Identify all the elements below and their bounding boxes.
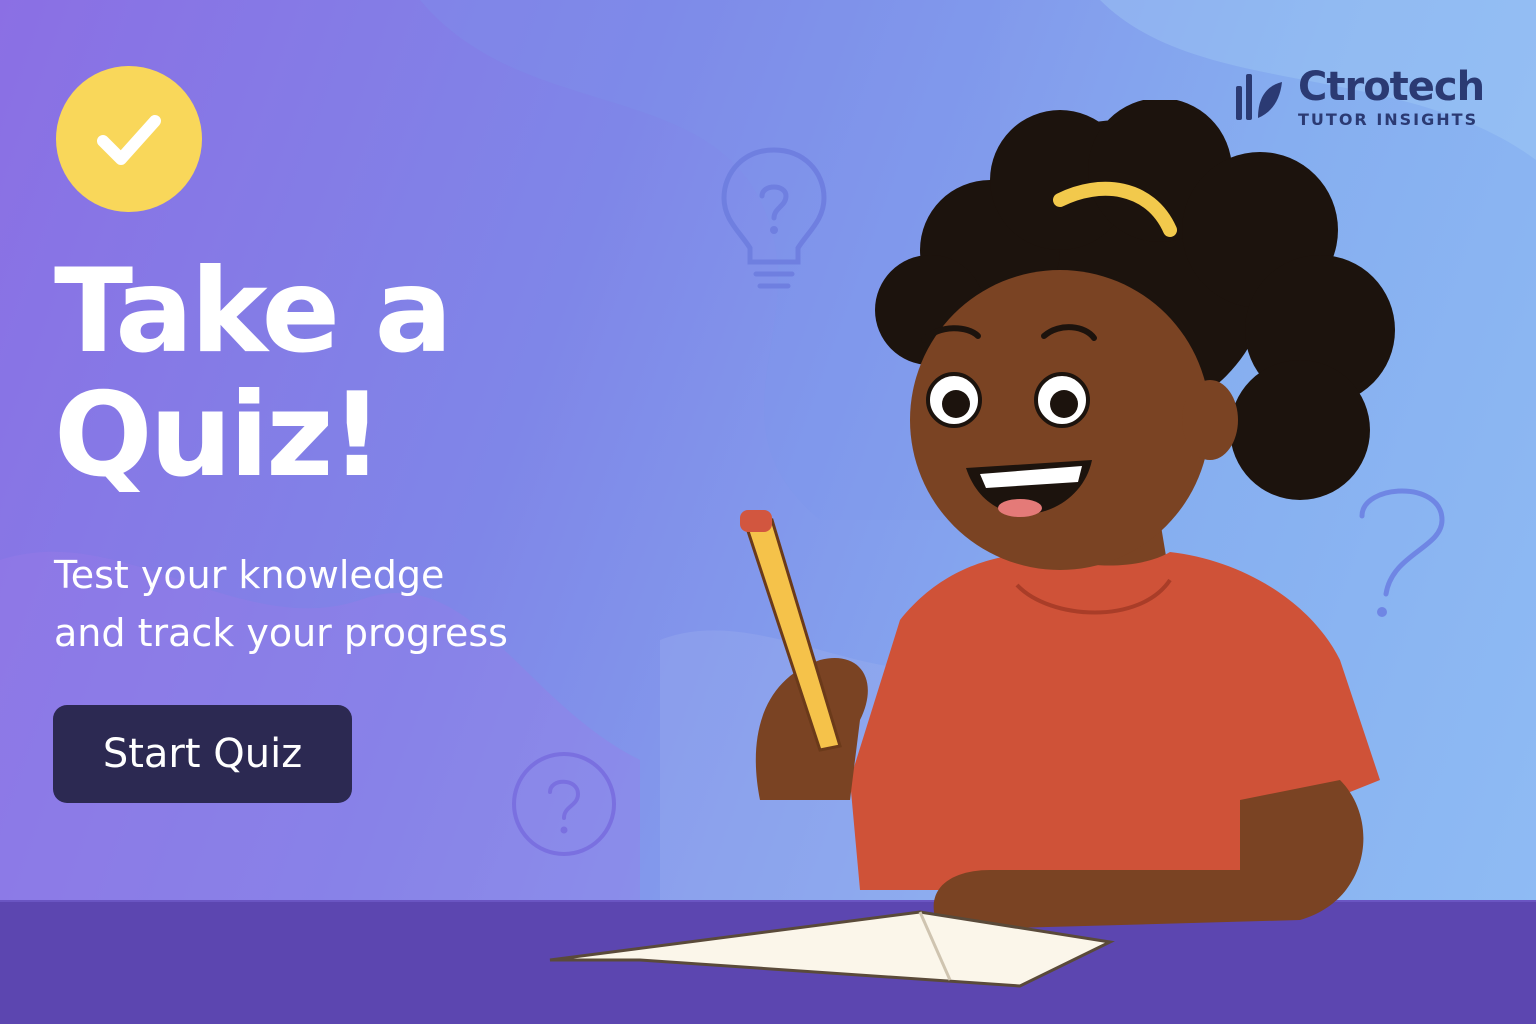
student-illustration [549, 100, 1395, 988]
page-title: Take a Quiz! [54, 250, 514, 498]
subtitle-line-1: Test your knowledge [54, 553, 445, 597]
title-line-2: Quiz! [54, 368, 383, 503]
start-quiz-button[interactable]: Start Quiz [53, 705, 352, 803]
subtitle-line-2: and track your progress [54, 611, 508, 655]
subtitle: Test your knowledge and track your progr… [54, 546, 594, 662]
checkmark-icon [97, 115, 161, 165]
check-badge [56, 66, 202, 212]
ear [1182, 380, 1238, 460]
title-line-1: Take a [54, 244, 453, 379]
